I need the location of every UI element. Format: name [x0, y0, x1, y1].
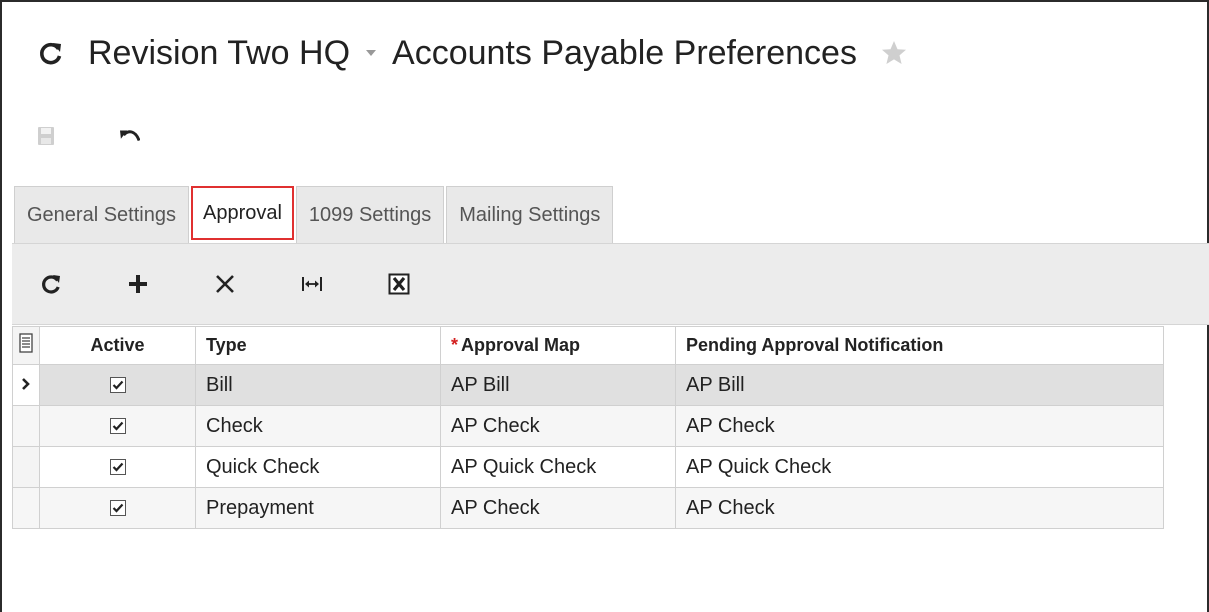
column-header-active[interactable]: Active	[39, 326, 196, 365]
column-header-pending-approval-notification[interactable]: Pending Approval Notification	[675, 326, 1164, 365]
column-header-approval-map[interactable]: * Approval Map	[440, 326, 676, 365]
table-row[interactable]: Check AP Check AP Check	[12, 405, 1164, 447]
notification-cell[interactable]: AP Check	[675, 405, 1164, 447]
save-icon[interactable]	[36, 125, 56, 147]
caret-down-icon[interactable]	[364, 46, 378, 60]
type-cell[interactable]: Prepayment	[195, 487, 441, 529]
table-row[interactable]: Prepayment AP Check AP Check	[12, 487, 1164, 529]
type-cell[interactable]: Bill	[195, 364, 441, 406]
tab-strip: General Settings Approval 1099 Settings …	[14, 186, 615, 243]
active-checkbox[interactable]	[39, 364, 196, 406]
company-name[interactable]: Revision Two HQ	[88, 34, 350, 73]
table-row[interactable]: Quick Check AP Quick Check AP Quick Chec…	[12, 446, 1164, 488]
row-selector[interactable]	[12, 446, 40, 488]
approval-map-cell[interactable]: AP Check	[440, 487, 676, 529]
notification-cell[interactable]: AP Bill	[675, 364, 1164, 406]
notification-cell[interactable]: AP Check	[675, 487, 1164, 529]
chevron-right-icon[interactable]	[12, 364, 40, 406]
action-toolbar	[36, 120, 204, 152]
required-marker: *	[451, 335, 459, 355]
approval-grid: Active Type * Approval Map Pending Approv…	[12, 326, 1164, 529]
grid-header-row: Active Type * Approval Map Pending Approv…	[12, 326, 1164, 365]
active-checkbox[interactable]	[39, 405, 196, 447]
page-title: Accounts Payable Preferences	[392, 33, 857, 72]
column-settings-icon[interactable]	[12, 326, 40, 365]
column-header-type[interactable]: Type	[195, 326, 441, 365]
refresh-icon[interactable]	[36, 38, 66, 68]
active-checkbox[interactable]	[39, 446, 196, 488]
table-row[interactable]: Bill AP Bill AP Bill	[12, 364, 1164, 406]
star-icon[interactable]	[881, 38, 911, 68]
tab-mailing-settings[interactable]: Mailing Settings	[446, 186, 614, 243]
tab-general-settings[interactable]: General Settings	[14, 186, 189, 243]
title-bar: Revision Two HQ Accounts Payable Prefere…	[36, 28, 911, 78]
row-selector[interactable]	[12, 405, 40, 447]
type-cell[interactable]: Check	[195, 405, 441, 447]
tab-approval[interactable]: Approval	[190, 186, 294, 240]
close-icon[interactable]	[212, 271, 238, 297]
grid-toolbar	[12, 243, 1209, 325]
column-header-approval-map-label: Approval Map	[461, 335, 581, 355]
plus-icon[interactable]	[125, 271, 151, 297]
undo-icon[interactable]	[120, 125, 140, 147]
approval-map-cell[interactable]: AP Quick Check	[440, 446, 676, 488]
fit-width-icon[interactable]	[299, 271, 325, 297]
approval-map-cell[interactable]: AP Bill	[440, 364, 676, 406]
excel-export-icon[interactable]	[386, 271, 412, 297]
approval-map-cell[interactable]: AP Check	[440, 405, 676, 447]
notification-cell[interactable]: AP Quick Check	[675, 446, 1164, 488]
refresh-icon[interactable]	[38, 271, 64, 297]
active-checkbox[interactable]	[39, 487, 196, 529]
tab-1099-settings[interactable]: 1099 Settings	[295, 186, 445, 243]
row-selector[interactable]	[12, 487, 40, 529]
type-cell[interactable]: Quick Check	[195, 446, 441, 488]
